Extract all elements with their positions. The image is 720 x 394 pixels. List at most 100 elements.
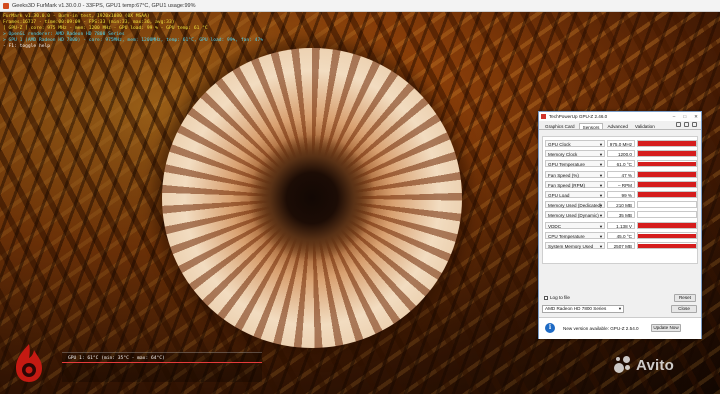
sensor-name: VDDC <box>548 223 562 229</box>
furmark-logo-icon <box>16 344 42 382</box>
tab-graphics-card[interactable]: Graphics Card <box>542 123 578 129</box>
sensor-name-dropdown[interactable]: Fan Speed (%) ▼ <box>545 170 605 178</box>
overlay-line-1: FurMark v1.30.0.0 - Burn-in test, 1920x1… <box>3 14 150 19</box>
menu-icon[interactable] <box>692 122 697 127</box>
checkbox-box[interactable] <box>544 295 548 300</box>
maximize-button[interactable]: □ <box>683 112 686 121</box>
sensor-name-dropdown[interactable]: VDDC ▼ <box>545 221 605 229</box>
temperature-graph-label: GPU 1: 61°C (min: 35°C - max: 64°C) <box>68 356 165 361</box>
sensor-name-dropdown[interactable]: Fan Speed (RPM) ▼ <box>545 180 605 188</box>
sensor-value: 1.138 V <box>607 221 635 229</box>
chevron-down-icon: ▼ <box>599 162 603 168</box>
sensor-name: GPU Temperature <box>548 162 585 168</box>
sensor-graph-fill <box>638 151 696 157</box>
update-text: New version available: GPU-Z 2.54.0 <box>563 326 639 331</box>
sensor-name: Memory Used (Dynamic) <box>548 213 599 219</box>
chevron-down-icon: ▼ <box>599 172 603 178</box>
sensor-graph-fill <box>638 192 696 197</box>
sensor-row: VDDC ▼ 1.138 V <box>545 221 697 230</box>
close-window-button[interactable]: ✕ <box>694 112 698 121</box>
close-button[interactable]: Close <box>671 305 697 313</box>
overlay-line-3: [ GPU-Z ] core: 975 MHz - mem: 1200 MHz … <box>3 26 208 31</box>
sensor-list: GPU Clock ▼ 975.0 MHz Memory Clock ▼ 1200.0 M… <box>542 136 698 264</box>
furmark-title-bar: Geeks3D FurMark v1.30.0.0 - 33FPS, GPU1 … <box>0 0 720 12</box>
sensor-row: System Memory Used ▼ 2507 MB <box>545 241 697 250</box>
chevron-down-icon: ▼ <box>599 203 603 209</box>
sensor-graph <box>637 201 697 209</box>
sensor-row: CPU Temperature ▼ 45.0 °C <box>545 231 697 240</box>
avito-watermark: Avito <box>614 356 674 374</box>
sensor-graph <box>637 242 697 249</box>
sensor-name-dropdown[interactable]: Memory Used (Dynamic) ▼ <box>545 211 605 219</box>
tab-validation[interactable]: Validation <box>632 123 658 129</box>
overlay-line-6: - F1: toggle help <box>3 44 51 49</box>
sensor-name: Fan Speed (%) <box>548 172 579 178</box>
overlay-line-2: Frames:16717 - time:00:09:09 - FPS:33 (m… <box>3 20 175 25</box>
chevron-down-icon: ▼ <box>599 193 603 198</box>
tab-advanced[interactable]: Advanced <box>604 123 630 129</box>
chevron-down-icon: ▼ <box>599 182 603 188</box>
sensor-graph <box>637 221 697 229</box>
info-icon: i <box>545 323 555 333</box>
sensor-graph-fill <box>638 243 696 248</box>
temperature-graph-line <box>62 362 262 363</box>
sensor-name-dropdown[interactable]: GPU Clock ▼ <box>545 140 605 147</box>
gpuz-window-title: TechPowerUp GPU-Z 2.46.0 <box>549 114 608 119</box>
sensor-name: CPU Temperature <box>548 233 585 239</box>
avito-wordmark: Avito <box>636 356 674 374</box>
chevron-down-icon: ▼ <box>618 306 622 311</box>
sensor-value: 210 MB <box>607 201 635 209</box>
sensor-name: Memory Used (Dedicated) <box>548 203 602 209</box>
chevron-down-icon: ▼ <box>599 152 603 158</box>
furmark-app-icon <box>3 3 9 9</box>
sensor-row: Memory Used (Dynamic) ▼ 35 MB <box>545 210 697 219</box>
sensor-row: GPU Clock ▼ 975.0 MHz <box>545 139 697 148</box>
sensor-name: GPU Load <box>548 193 570 198</box>
chevron-down-icon: ▼ <box>599 223 603 229</box>
sensor-graph <box>637 191 697 198</box>
sensor-name-dropdown[interactable]: GPU Load ▼ <box>545 191 605 198</box>
update-notification: i New version available: GPU-Z 2.54.0 Up… <box>539 317 701 339</box>
sensor-value: 99 % <box>607 191 635 198</box>
gpu-select-value: AMD Radeon HD 7800 Series <box>545 306 607 311</box>
camera-icon[interactable] <box>676 122 681 127</box>
sensor-graph <box>637 180 697 188</box>
sensor-value: 975.0 MHz <box>607 140 635 147</box>
sensor-value: 35 MB <box>607 211 635 219</box>
sensor-name-dropdown[interactable]: GPU Temperature ▼ <box>545 160 605 168</box>
sensor-name: System Memory Used <box>548 244 594 249</box>
log-to-file-checkbox[interactable]: Log to file <box>544 295 570 300</box>
gpu-select-dropdown[interactable]: AMD Radeon HD 7800 Series ▼ <box>542 305 624 313</box>
gpuz-tab-bar: Graphics Card Sensors Advanced Validatio… <box>539 121 701 130</box>
sensor-graph <box>637 160 697 168</box>
sensor-value: 47 % <box>607 170 635 178</box>
gpuz-app-icon <box>541 114 546 119</box>
log-to-file-label: Log to file <box>550 295 570 300</box>
gpuz-title-bar[interactable]: TechPowerUp GPU-Z 2.46.0 – □ ✕ <box>539 112 701 121</box>
sensor-row: Fan Speed (RPM) ▼ – RPM <box>545 180 697 189</box>
sensor-row: GPU Temperature ▼ 61.0 °C <box>545 159 697 168</box>
sensor-graph-fill <box>638 172 696 177</box>
sensor-graph-fill <box>638 182 696 187</box>
sensor-row: GPU Load ▼ 99 % <box>545 190 697 199</box>
sensor-graph <box>637 231 697 239</box>
reset-button[interactable]: Reset <box>674 294 696 302</box>
sensor-value: – RPM <box>607 180 635 188</box>
sensor-name: Fan Speed (RPM) <box>548 182 586 188</box>
sensor-value: 61.0 °C <box>607 160 635 168</box>
update-now-button[interactable]: Update Now <box>651 324 681 332</box>
chevron-down-icon: ▼ <box>599 213 603 219</box>
sensor-name-dropdown[interactable]: System Memory Used ▼ <box>545 242 605 249</box>
refresh-icon[interactable] <box>684 122 689 127</box>
sensor-name-dropdown[interactable]: Memory Clock ▼ <box>545 150 605 158</box>
sensor-name-dropdown[interactable]: CPU Temperature ▼ <box>545 231 605 239</box>
sensor-row: Fan Speed (%) ▼ 47 % <box>545 170 697 179</box>
sensor-value: 45.0 °C <box>607 231 635 239</box>
sensor-name: Memory Clock <box>548 152 578 158</box>
furmark-window-title: Geeks3D FurMark v1.30.0.0 - 33FPS, GPU1 … <box>12 3 196 9</box>
sensor-row: Memory Used (Dedicated) ▼ 210 MB <box>545 200 697 209</box>
minimize-button[interactable]: – <box>673 112 676 121</box>
sensor-name-dropdown[interactable]: Memory Used (Dedicated) ▼ <box>545 201 605 209</box>
tab-sensors[interactable]: Sensors <box>578 123 604 130</box>
sensor-graph-fill <box>638 161 696 167</box>
